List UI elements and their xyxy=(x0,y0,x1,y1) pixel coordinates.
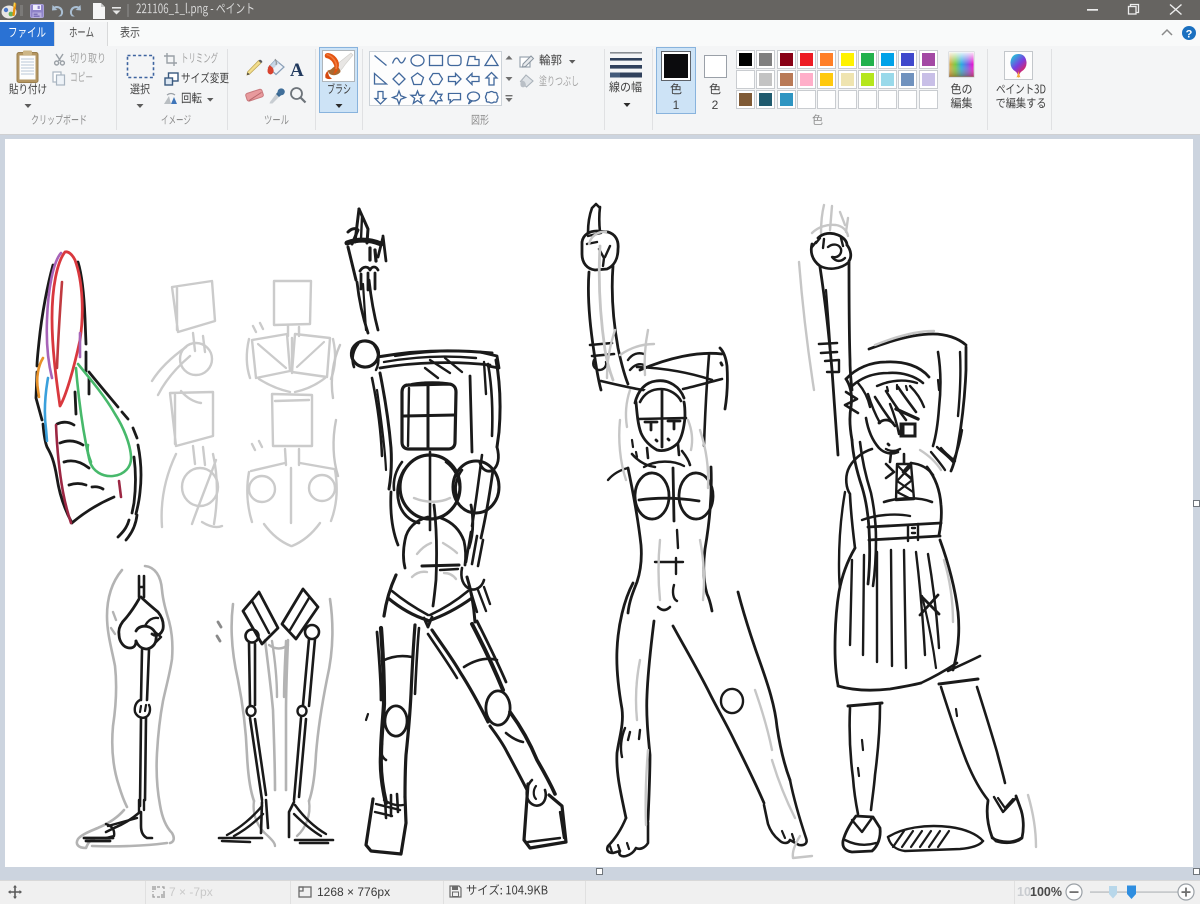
svg-text:?: ? xyxy=(1186,29,1193,41)
